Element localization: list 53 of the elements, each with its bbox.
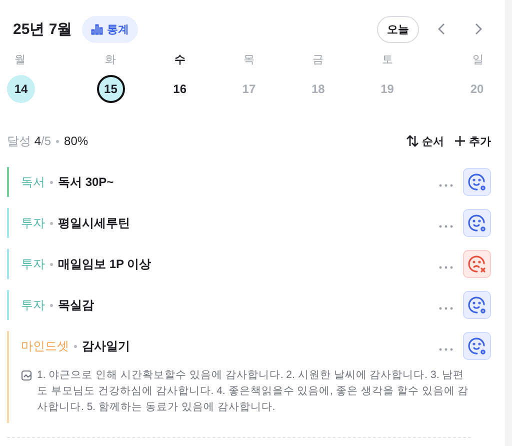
frown-icon bbox=[467, 254, 487, 274]
habit-title: 평일시세루틴 bbox=[58, 214, 131, 232]
chevron-left-icon bbox=[437, 23, 447, 35]
weekday-label: 토 bbox=[380, 53, 394, 67]
more-icon bbox=[439, 266, 453, 269]
habit-item[interactable]: 투자 평일시세루틴 bbox=[7, 208, 491, 238]
habit-title: 감사일기 bbox=[82, 338, 131, 354]
note-icon bbox=[21, 370, 33, 382]
month-title: 25년 7월 bbox=[12, 20, 72, 38]
habit-title: 독서 30P~ bbox=[58, 174, 115, 190]
weekday-label: 금 bbox=[312, 53, 325, 67]
habit-item[interactable]: 투자 매일임보 1P 이상 bbox=[7, 249, 491, 279]
weekday-label: 월 bbox=[14, 53, 26, 67]
day-button[interactable]: 15 bbox=[96, 75, 125, 103]
category-label: 투자 bbox=[21, 256, 45, 272]
weekday-label: 목 bbox=[242, 53, 256, 67]
status-button[interactable] bbox=[463, 291, 491, 319]
habit-item[interactable]: 독서 독서 30P~ bbox=[7, 167, 491, 197]
category-label: 투자 bbox=[21, 296, 45, 314]
category-label: 마인드셋 bbox=[21, 338, 69, 354]
status-button[interactable] bbox=[463, 332, 491, 360]
status-button[interactable] bbox=[463, 250, 491, 278]
today-button[interactable]: 오늘 bbox=[377, 16, 419, 42]
more-icon bbox=[439, 348, 453, 351]
stats-button[interactable]: 통계 bbox=[82, 16, 138, 42]
weekday-label: 화 bbox=[104, 53, 118, 67]
category-label: 투자 bbox=[21, 214, 45, 232]
achievement-summary: 달성 4/5 80% bbox=[7, 132, 88, 150]
habit-title: 매일임보 1P 이상 bbox=[58, 256, 152, 272]
more-icon bbox=[439, 225, 453, 228]
add-button[interactable]: 추가 bbox=[454, 134, 491, 148]
plus-icon bbox=[454, 135, 466, 147]
smile-icon bbox=[467, 295, 487, 315]
smile-icon bbox=[467, 336, 487, 356]
habit-title: 목실감 bbox=[58, 296, 95, 314]
bar-chart-icon bbox=[91, 24, 104, 34]
sort-button[interactable]: 순서 bbox=[406, 134, 444, 148]
smile-icon bbox=[467, 213, 487, 233]
day-button[interactable]: 16 bbox=[166, 75, 194, 103]
habit-item[interactable]: 투자 목실감 bbox=[7, 290, 491, 320]
status-button[interactable] bbox=[463, 209, 491, 237]
category-label: 독서 bbox=[21, 174, 45, 190]
day-button[interactable]: 14 bbox=[7, 75, 35, 103]
more-icon bbox=[439, 184, 453, 187]
smile-icon bbox=[467, 172, 487, 192]
weekday-label: 수 bbox=[173, 53, 186, 67]
sort-icon bbox=[406, 135, 419, 147]
chevron-right-icon bbox=[473, 23, 483, 35]
weekday-label: 일 bbox=[472, 53, 484, 67]
status-button[interactable] bbox=[463, 168, 491, 196]
habit-item[interactable]: 마인드셋 감사일기 1. 야근으로 인해 시간확보할수 있음에 감사합니다. 2. 시원한 날씨에 감사합니다. 3. 남편도 부모님도 건강하심에 감사합니다. 4. 좋은책읽을수 있음에, 좋은 생각을 할수 있음에 감사합니다. 5. 함께하는 동료가 있음에 감사합니다. bbox=[7, 331, 491, 423]
habit-note: 1. 야근으로 인해 시간확보할수 있음에 감사합니다. 2. 시원한 날씨에 감사합니다. 3. 남편도 부모님도 건강하심에 감사합니다. 4. 좋은책읽을수 있음에, 좋은 생각을 할수 있음에 감사합니다. 5. 함께하는 동료가 있음에 감사합니다. bbox=[37, 368, 470, 415]
more-icon bbox=[439, 307, 453, 310]
